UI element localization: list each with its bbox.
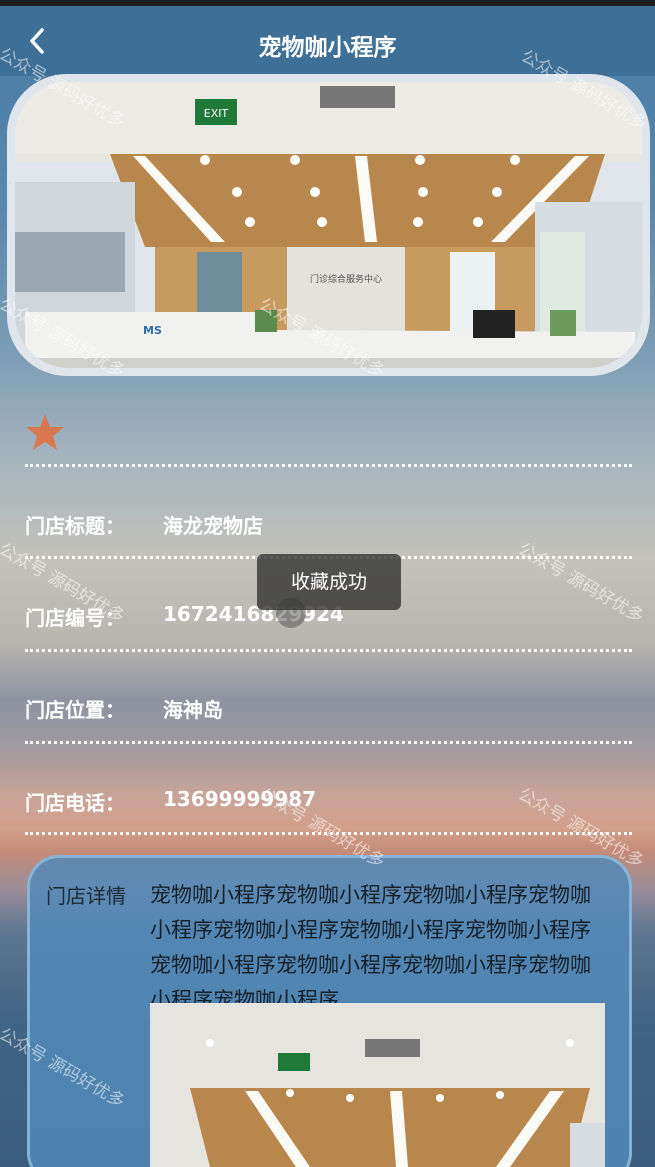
field-label: 门店标题： bbox=[25, 514, 125, 538]
exit-sign-text: EXIT bbox=[204, 107, 229, 120]
photo-sign-text: 门诊综合服务中心 bbox=[310, 273, 382, 285]
detail-photo bbox=[150, 1003, 605, 1167]
page-title: 宠物咖小程序 bbox=[258, 35, 397, 61]
field-value: 海神岛 bbox=[163, 698, 223, 722]
field-value: 海龙宠物店 bbox=[163, 514, 263, 538]
field-store-phone: 门店电话： 13699999987 bbox=[25, 787, 632, 827]
field-store-location: 门店位置： 海神岛 bbox=[25, 694, 632, 734]
store-banner[interactable]: EXIT 门诊综合服务中心 MS bbox=[7, 74, 650, 376]
toast-message: 收藏成功 bbox=[257, 554, 401, 610]
field-label: 门店编号： bbox=[25, 606, 125, 630]
field-label: 门店位置： bbox=[25, 698, 125, 722]
detail-label: 门店详情 bbox=[46, 884, 126, 908]
field-value[interactable]: 13699999987 bbox=[163, 787, 316, 811]
detail-text: 宠物咖小程序宠物咖小程序宠物咖小程序宠物咖小程序宠物咖小程序宠物咖小程序宠物咖小… bbox=[150, 883, 591, 1012]
banner-photo: EXIT 门诊综合服务中心 MS bbox=[15, 82, 642, 368]
top-bar: 宠物咖小程序 bbox=[0, 0, 655, 76]
field-label: 门店电话： bbox=[25, 791, 125, 815]
divider bbox=[25, 649, 632, 652]
divider bbox=[25, 741, 632, 744]
divider bbox=[25, 832, 632, 835]
star-icon[interactable] bbox=[25, 413, 65, 451]
field-store-title: 门店标题： 海龙宠物店 bbox=[25, 510, 632, 550]
divider bbox=[25, 464, 632, 467]
svg-text:MS: MS bbox=[143, 324, 162, 337]
